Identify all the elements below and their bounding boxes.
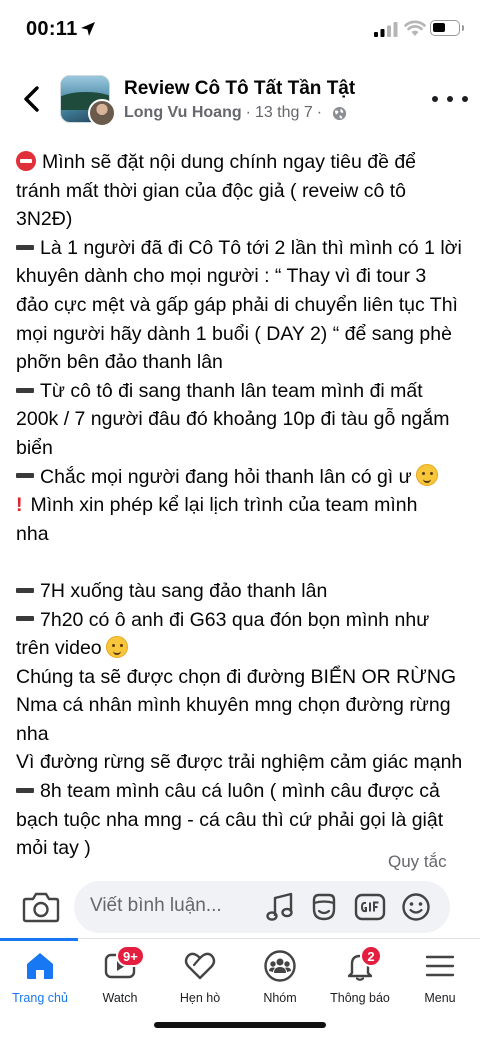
thinking-face-emoji-icon: [415, 464, 438, 487]
tab-label: Watch: [102, 991, 138, 1005]
group-name[interactable]: Review Cô Tô Tất Tần Tật: [124, 78, 355, 100]
dash-icon: [16, 473, 34, 479]
post-line: khuyên dành cho mọi người : “ Thay vì đi…: [16, 265, 427, 288]
camera-icon[interactable]: [22, 890, 60, 924]
dash-icon: [16, 787, 34, 793]
emoji-smile-icon[interactable]: [400, 891, 432, 923]
status-time: 00:11: [26, 18, 78, 40]
exclamation-icon: !: [16, 494, 23, 517]
post-line: Là 1 người đã đi Cô Tô tới 2 lần thì mìn…: [16, 234, 468, 263]
tab-label: Hẹn hò: [179, 991, 221, 1005]
comment-composer: [0, 880, 480, 936]
post-line: đảo cực mệt và gấp gáp phải di chuyển li…: [16, 293, 458, 316]
gif-icon[interactable]: [354, 891, 386, 923]
post-line: Chúng ta sẽ được chọn đi đường BIỂN OR R…: [16, 665, 457, 688]
dash-icon: [16, 387, 34, 393]
post-line: trên video: [16, 634, 468, 663]
post-line: 8h team mình câu cá luôn ( mình câu được…: [16, 777, 468, 806]
tab-label: Nhóm: [263, 991, 297, 1005]
dating-heart-icon: [184, 952, 216, 980]
dot: [462, 96, 468, 102]
post-body: Mình sẽ đặt nội dung chính ngay tiêu đề …: [16, 148, 468, 863]
music-note-icon[interactable]: [264, 891, 296, 923]
tab-home[interactable]: Trang chủ: [0, 938, 80, 1009]
tab-label: Trang chủ: [12, 991, 68, 1005]
post-line: Từ cô tô đi sang thanh lân team mình đi …: [16, 377, 468, 406]
post-line: Nma cá nhân mình khuyên mng chọn đường r…: [16, 694, 451, 717]
more-options-button[interactable]: [432, 84, 468, 114]
battery-icon: [430, 20, 464, 36]
comment-input[interactable]: [90, 895, 260, 917]
menu-icon: [425, 955, 455, 977]
group-avatar[interactable]: [60, 75, 116, 127]
post-line: Vì đường rừng sẽ được trải nghiệm cảm gi…: [16, 751, 463, 774]
post-line: phỡn bên đảo thanh lân: [16, 351, 223, 374]
status-bar: 00:11: [0, 0, 480, 60]
author-name[interactable]: Long Vu Hoang: [124, 104, 242, 122]
dot: [447, 96, 453, 102]
groups-icon: [264, 950, 296, 982]
back-button[interactable]: [14, 82, 48, 116]
post-date[interactable]: 13 thg 7: [255, 104, 313, 122]
bottom-tab-bar: Trang chủ 9+ Watch Hẹn hò Nhóm 2 Thông b…: [0, 938, 480, 1008]
wifi-icon: [404, 20, 426, 36]
post-header: Review Cô Tô Tất Tần Tật Long Vu Hoang ·…: [0, 70, 480, 134]
rofl-face-emoji-icon: [105, 635, 128, 658]
post-line: nha: [16, 522, 49, 545]
post-line: bạch tuộc nha mng - cá câu thì cứ phải g…: [16, 808, 444, 831]
post-line: ! Mình xin phép kể lại lịch trình của tea…: [16, 494, 418, 517]
active-tab-indicator: [0, 938, 78, 941]
notification-badge: 2: [360, 945, 382, 967]
home-icon: [27, 953, 53, 979]
avatar-sticker-icon[interactable]: [308, 891, 340, 923]
no-entry-icon: [16, 150, 36, 171]
post-line: 7h20 có ô anh đi G63 qua đón bọn mình nh…: [16, 606, 468, 635]
tab-label: Thông báo: [330, 991, 390, 1005]
tab-watch[interactable]: 9+ Watch: [80, 939, 160, 1009]
post-line-blank: [16, 548, 468, 577]
author-avatar[interactable]: [88, 99, 116, 127]
group-rules-link[interactable]: Quy tắc: [388, 852, 447, 872]
dot: [432, 96, 438, 102]
tab-notifications[interactable]: 2 Thông báo: [320, 939, 400, 1009]
post-line: Mình sẽ đặt nội dung chính ngay tiêu đề …: [16, 148, 468, 177]
tab-label: Menu: [424, 991, 456, 1005]
chevron-left-icon: [24, 86, 39, 112]
dash-icon: [16, 244, 34, 250]
post-line: mọi người hãy dành 1 buổi ( DAY 2) “ để …: [16, 322, 452, 345]
meta-separator: ·: [245, 104, 251, 121]
post-line: nha: [16, 722, 49, 745]
post-line: tránh mất thời gian của độc giả ( reveiw…: [16, 179, 406, 202]
comment-box[interactable]: [74, 881, 450, 933]
tab-groups[interactable]: Nhóm: [240, 939, 320, 1009]
post-line: 3N2Đ): [16, 208, 73, 231]
dash-icon: [16, 616, 34, 622]
post-meta: Long Vu Hoang · 13 thg 7 ·: [124, 104, 347, 122]
cellular-signal-icon: [374, 22, 398, 37]
tab-menu[interactable]: Menu: [400, 939, 480, 1009]
meta-separator: ·: [316, 104, 323, 121]
post-line: 7H xuống tàu sang đảo thanh lân: [16, 577, 468, 606]
tab-dating[interactable]: Hẹn hò: [160, 939, 240, 1009]
post-line: 200k / 7 người đâu đó khoảng 10p đi tàu …: [16, 408, 450, 431]
notification-badge: 9+: [116, 945, 145, 967]
post-line: biển: [16, 436, 53, 459]
location-arrow-icon: [81, 22, 95, 36]
dash-icon: [16, 587, 34, 593]
post-line: Chắc mọi người đang hỏi thanh lân có gì …: [16, 463, 468, 492]
public-globe-icon: [332, 106, 347, 121]
home-indicator: [154, 1022, 326, 1028]
